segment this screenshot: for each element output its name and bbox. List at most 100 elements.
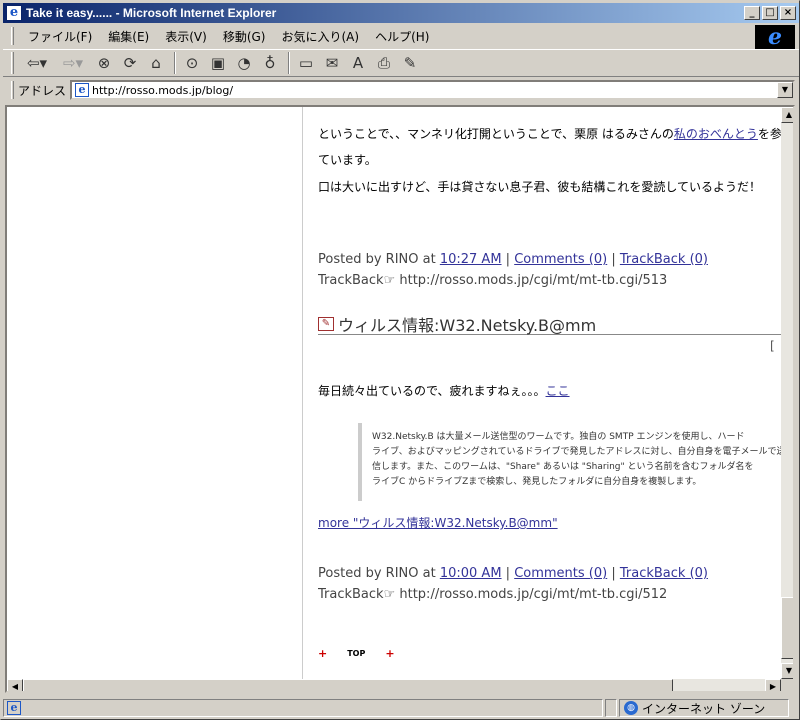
plus-icon: +: [318, 647, 328, 660]
pointing-hand-icon: ☞: [383, 273, 396, 288]
post2-intro: 毎日続々出ているので、疲れますねぇ。。。ここ: [318, 378, 570, 404]
scrollbar-corner: [781, 679, 793, 691]
maximize-button[interactable]: □: [762, 6, 778, 20]
post2-comments-link[interactable]: Comments (0): [514, 566, 607, 581]
post1-line1: ということで、、マンネリ化打開ということで、栗原 はるみさんの私のおべんとうを参…: [318, 121, 783, 147]
post2-here-link[interactable]: ここ: [546, 384, 570, 398]
post1-comments-link[interactable]: Comments (0): [514, 252, 607, 267]
home-button[interactable]: ⌂: [144, 52, 168, 74]
vertical-scroll-thumb[interactable]: [781, 597, 793, 659]
horizontal-scrollbar[interactable]: ◀ ▶: [7, 679, 781, 691]
menu-file[interactable]: ファイル(F): [22, 26, 98, 47]
ie-throbber-logo: e: [755, 24, 795, 50]
page-status-icon: e: [7, 701, 21, 715]
forward-button[interactable]: ⇨▾: [56, 52, 90, 74]
edit-button[interactable]: ✎: [398, 52, 422, 74]
post2-trackback: TrackBack☞ http://rosso.mods.jp/cgi/mt/m…: [318, 584, 667, 605]
menu-bar: ファイル(F) 編集(E) 表示(V) 移動(G) お気に入り(A) ヘルプ(H…: [3, 25, 753, 47]
refresh-button[interactable]: ⟳: [118, 52, 142, 74]
chevron-down-icon: ▼: [781, 85, 789, 94]
title-bar[interactable]: e Take it easy...... - Microsoft Interne…: [3, 3, 799, 23]
post2-title-bar: ✎ ウィルス情報:W32.Netsky.B@mm: [318, 313, 783, 335]
search-icon: ⊙: [185, 54, 199, 72]
post1-text-tail: を参考: [757, 127, 783, 141]
back-button[interactable]: ⇦▾: [20, 52, 54, 74]
vertical-scrollbar[interactable]: ▲ ▼: [781, 107, 793, 679]
chevron-left-icon: ◀: [11, 682, 19, 691]
posted-by-text: Posted by RINO at: [318, 252, 436, 267]
scroll-down-button[interactable]: ▼: [781, 663, 793, 679]
status-cell-2: [605, 699, 617, 717]
stop-button[interactable]: ⊗: [92, 52, 116, 74]
menu-grip[interactable]: [11, 27, 14, 45]
address-grip[interactable]: [11, 81, 14, 99]
post2-more: more "ウィルス情報:W32.Netsky.B@mm": [318, 510, 558, 536]
fullscreen-icon: ▭: [298, 54, 314, 72]
toolbar-separator: [174, 52, 176, 74]
menu-help[interactable]: ヘルプ(H): [369, 26, 435, 47]
posted-by-text: Posted by RINO at: [318, 566, 436, 581]
trackback-url: http://rosso.mods.jp/cgi/mt/mt-tb.cgi/51…: [399, 587, 668, 602]
post2-title: ウィルス情報:W32.Netsky.B@mm: [338, 315, 597, 335]
menu-favorites[interactable]: お気に入り(A): [275, 26, 365, 47]
page-viewport[interactable]: ということで、、マンネリ化打開ということで、栗原 はるみさんの私のおべんとうを参…: [5, 105, 795, 693]
horizontal-scroll-thumb[interactable]: [23, 679, 673, 691]
address-field[interactable]: e ▼: [70, 80, 795, 100]
minimize-button[interactable]: _: [744, 6, 760, 20]
print-button[interactable]: ⎙: [372, 52, 396, 74]
search-button[interactable]: ⊙: [180, 52, 204, 74]
zone-label: インターネット ゾーン: [642, 701, 766, 716]
post1-text: ということで、、マンネリ化打開ということで、栗原 はるみさんの: [318, 127, 674, 141]
channels-button[interactable]: ♁: [258, 52, 282, 74]
font-button[interactable]: A: [346, 52, 370, 74]
ie-app-icon[interactable]: e: [6, 5, 22, 21]
bento-book-link[interactable]: 私のおべんとう: [674, 127, 758, 141]
favorites-button[interactable]: ▣: [206, 52, 230, 74]
trackback-url: http://rosso.mods.jp/cgi/mt/mt-tb.cgi/51…: [399, 273, 668, 288]
browser-window: e Take it easy...... - Microsoft Interne…: [0, 0, 800, 720]
toolbar-grip[interactable]: [11, 52, 14, 74]
quote-line: W32.Netsky.B は大量メール送信型のワームです。独自の SMTP エン…: [372, 432, 745, 442]
trackback-label: TrackBack: [318, 273, 384, 288]
close-button[interactable]: ×: [780, 6, 796, 20]
scroll-left-button[interactable]: ◀: [7, 679, 23, 691]
page-icon: e: [75, 83, 90, 97]
post2-trackback-link[interactable]: TrackBack (0): [620, 566, 708, 581]
globe-icon: ◍: [624, 701, 638, 715]
history-icon: ◔: [237, 54, 251, 72]
refresh-icon: ⟳: [123, 54, 137, 72]
mail-button[interactable]: ✉: [320, 52, 344, 74]
post2-meta: Posted by RINO at 10:00 AM | Comments (0…: [318, 566, 708, 581]
address-dropdown-button[interactable]: ▼: [777, 82, 793, 98]
trackback-label: TrackBack: [318, 587, 384, 602]
zone-cell: ◍ インターネット ゾーン: [619, 699, 789, 717]
home-icon: ⌂: [151, 54, 161, 72]
post1-trackback-link[interactable]: TrackBack (0): [620, 252, 708, 267]
menu-edit[interactable]: 編集(E): [102, 26, 155, 47]
window-controls: _ □ ×: [742, 6, 796, 20]
status-text-cell: e: [3, 699, 603, 717]
memo-icon: ✎: [318, 316, 334, 331]
scroll-right-button[interactable]: ▶: [765, 679, 781, 691]
menu-go[interactable]: 移動(G): [217, 26, 272, 47]
quote-line: ライブC からドライブZまで検索し、発見したフォルダに自分自身を複製します。: [372, 477, 702, 487]
top-link[interactable]: TOP: [347, 649, 365, 658]
blog-content: ということで、、マンネリ化打開ということで、栗原 はるみさんの私のおべんとうを参…: [318, 107, 783, 679]
menu-view[interactable]: 表示(V): [159, 26, 213, 47]
left-sidebar: [7, 107, 303, 679]
quote-line: ライブ、およびマッピングされているドライブで発見したアドレスに対し、自分自身を電…: [372, 447, 783, 457]
channels-icon: ♁: [264, 54, 276, 72]
post2-time-link[interactable]: 10:00 AM: [440, 566, 502, 581]
top-nav: + TOP +: [318, 647, 395, 660]
history-button[interactable]: ◔: [232, 52, 256, 74]
post1-line2: ています。: [318, 153, 377, 167]
post2-more-link[interactable]: more "ウィルス情報:W32.Netsky.B@mm": [318, 516, 558, 530]
plus-icon: +: [385, 647, 395, 660]
quote-line: 信します。また、このワームは、"Share" あるいは "Sharing" とい…: [372, 462, 754, 472]
address-input[interactable]: [92, 83, 793, 97]
virus-quote: W32.Netsky.B は大量メール送信型のワームです。独自の SMTP エン…: [358, 423, 783, 501]
fullscreen-button[interactable]: ▭: [294, 52, 318, 74]
post1-time-link[interactable]: 10:27 AM: [440, 252, 502, 267]
scroll-up-button[interactable]: ▲: [781, 107, 793, 123]
favorites-icon: ▣: [210, 54, 226, 72]
